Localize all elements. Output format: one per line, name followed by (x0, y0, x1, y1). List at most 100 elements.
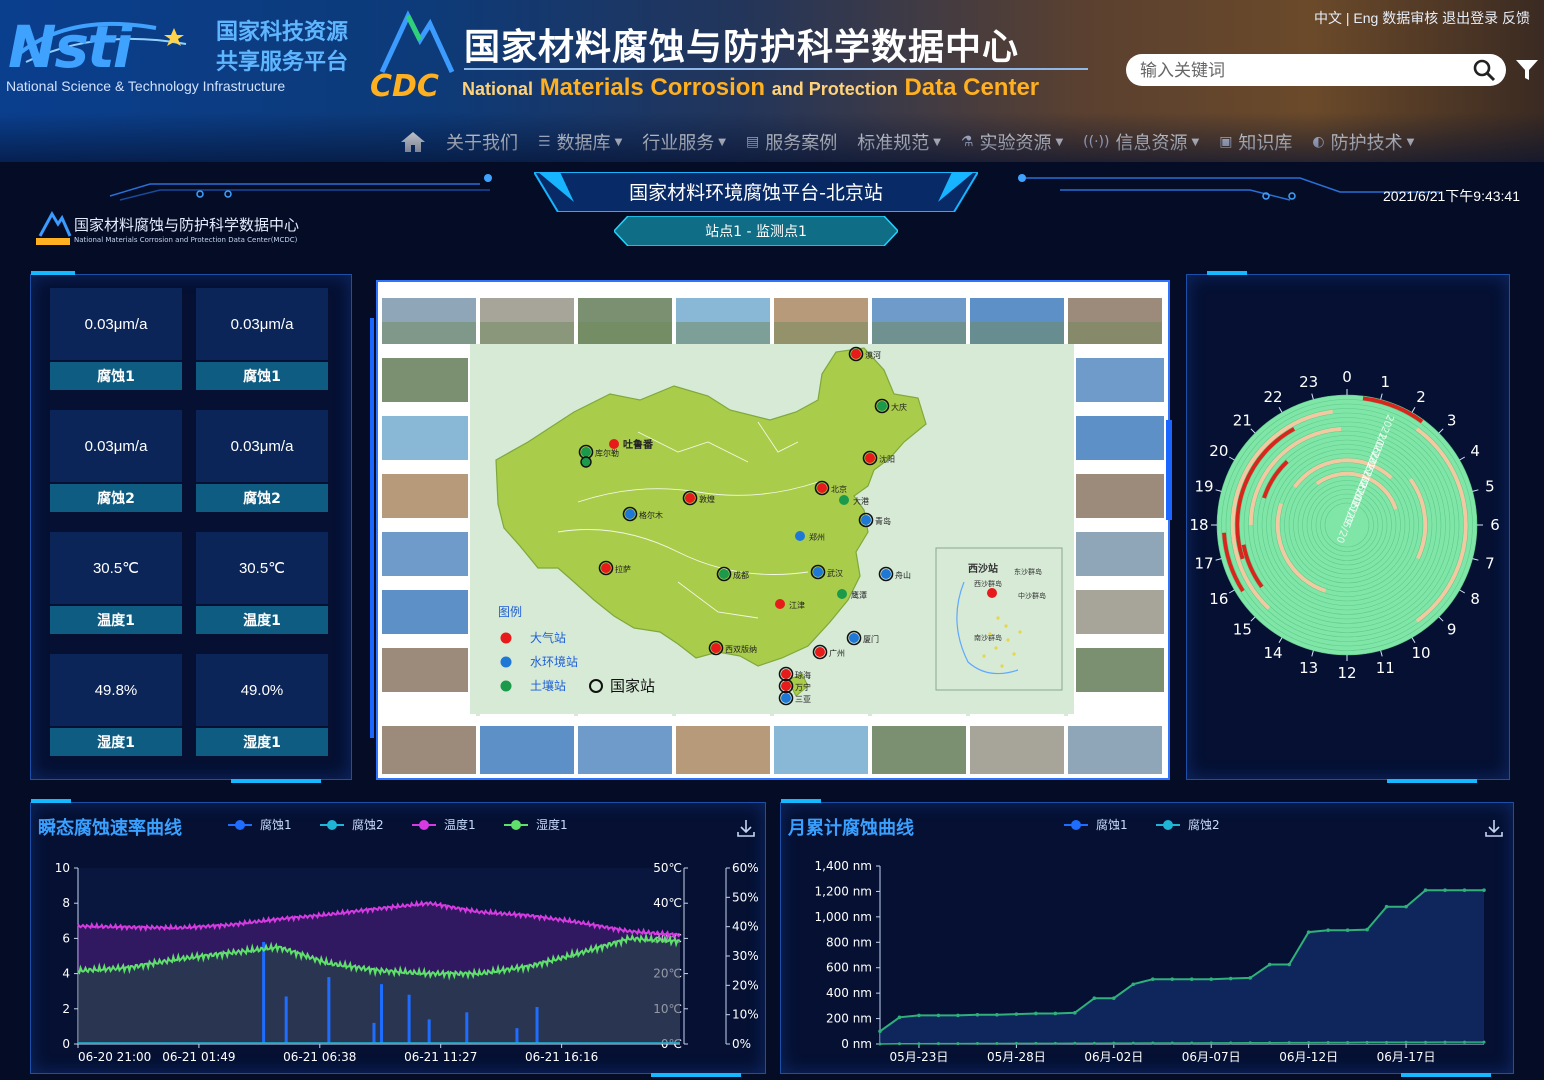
station-name: 鹰潭 (851, 590, 867, 600)
china-station-map[interactable]: 西沙站 东沙群岛 西沙群岛 中沙群岛 南沙群岛 图例 大气站 水环境站 土壤站 … (378, 282, 1168, 778)
station-dot (795, 531, 805, 541)
english-title: National Materials Corrosion and Protect… (462, 74, 1040, 101)
station-photo[interactable] (382, 416, 468, 460)
legend-item[interactable]: 湿度1 (504, 816, 568, 833)
station-dot (865, 453, 875, 463)
station-marker[interactable]: 鹰潭 (837, 589, 867, 600)
corrosion-spike (262, 941, 266, 1044)
station-photo[interactable] (480, 726, 574, 774)
legend-water: 水环境站 (530, 654, 578, 669)
station-marker[interactable]: 郑州 (795, 531, 825, 542)
station-photo[interactable] (382, 532, 468, 576)
data-point (975, 1041, 979, 1045)
data-point (995, 1012, 999, 1017)
metric-card[interactable]: 0.03μm/a 腐蚀1 (196, 288, 328, 400)
nav-home[interactable] (390, 126, 436, 158)
download-icon[interactable] (736, 818, 756, 838)
legend-item[interactable]: 腐蚀2 (320, 816, 384, 833)
station-marker[interactable]: 大港 (839, 495, 869, 506)
radial-tick (1228, 456, 1235, 461)
station-dot (877, 401, 887, 411)
corrosion-spike (465, 1012, 469, 1044)
photo-caption-bar (872, 286, 966, 298)
radial-hour-label: 7 (1485, 554, 1495, 572)
top-links[interactable]: 中文 | Eng 数据审核 退出登录 反馈 (1314, 8, 1530, 28)
station-photo[interactable] (382, 358, 468, 402)
legend-item[interactable]: 腐蚀1 (228, 816, 292, 833)
station-photo[interactable] (1076, 358, 1164, 402)
mcdc-logo-icon (36, 210, 72, 245)
nav-item-2[interactable]: 行业服务 ▼ (632, 126, 736, 158)
station-photo[interactable] (578, 726, 672, 774)
photo-caption-bar (676, 286, 770, 298)
photo-caption-bar (480, 714, 574, 726)
nav-item-8[interactable]: ◐ 防护技术 ▼ (1302, 126, 1424, 158)
search-input[interactable] (1138, 58, 1462, 84)
xisha-station-dot[interactable] (987, 588, 997, 598)
download-icon[interactable] (1484, 818, 1504, 838)
radial-hour-label: 12 (1337, 664, 1356, 682)
legend-item[interactable]: 腐蚀2 (1156, 816, 1220, 833)
chevron-down-icon: ▼ (718, 136, 726, 148)
station-photo[interactable] (872, 726, 966, 774)
data-point (1092, 1041, 1096, 1045)
station-photo[interactable] (676, 726, 770, 774)
metric-card[interactable]: 49.0% 湿度1 (196, 654, 328, 766)
metric-card[interactable]: 49.8% 湿度1 (50, 654, 182, 766)
monthly-corrosion-chart[interactable]: 0 nm 200 nm 400 nm 600 nm 800 nm 1,000 nm 1,20… (780, 850, 1512, 1072)
station-photo[interactable] (382, 648, 468, 692)
radial-hour-label: 9 (1447, 621, 1457, 639)
metric-card[interactable]: 30.5℃ 温度1 (50, 532, 182, 644)
data-point (1131, 1041, 1135, 1045)
metric-card[interactable]: 0.03μm/a 腐蚀1 (50, 288, 182, 400)
station-photo[interactable] (1068, 726, 1162, 774)
station-photo[interactable] (1076, 474, 1164, 518)
radial-hour-label: 19 (1194, 478, 1213, 496)
metric-card[interactable]: 0.03μm/a 腐蚀2 (196, 410, 328, 522)
nav-item-4[interactable]: 标准规范 ▼ (847, 126, 951, 158)
filter-icon[interactable] (1515, 58, 1539, 82)
legend-item[interactable]: 腐蚀1 (1064, 816, 1128, 833)
y-tick-label: 1,400 nm (815, 859, 872, 873)
nav-item-0[interactable]: 关于我们 (436, 126, 528, 158)
radial-hour-label: 6 (1490, 516, 1500, 534)
nav-item-7[interactable]: ▣ 知识库 (1209, 126, 1302, 158)
cdc-logo[interactable]: CDC (368, 10, 460, 100)
station-photo[interactable] (382, 726, 476, 774)
station-name: 郑州 (809, 532, 825, 542)
data-point (1189, 977, 1194, 981)
nav-item-5[interactable]: ⚗ 实验资源 ▼ (951, 126, 1073, 158)
station-photo[interactable] (1076, 416, 1164, 460)
humidity-tick-label: 0% (732, 1037, 751, 1051)
station-photo[interactable] (1076, 532, 1164, 576)
station-photo[interactable] (1076, 590, 1164, 634)
current-datetime: 2021/6/21下午9:43:41 (1383, 188, 1520, 204)
chevron-down-icon: ▼ (614, 136, 623, 148)
radial-hour-label: 21 (1233, 411, 1252, 429)
transient-corrosion-chart[interactable]: 02468100℃10℃20℃30℃40℃50℃0%10%20%30%40%50… (30, 850, 764, 1072)
metric-card[interactable]: 0.03μm/a 腐蚀2 (50, 410, 182, 522)
main-nav: 关于我们 ☰ 数据库 ▼ 行业服务 ▼ ▤ 服务案例 标准规范 ▼ ⚗ 实验资源 ▼ ((·)) 信息资源 ▼… (390, 126, 1424, 158)
metric-card[interactable]: 30.5℃ 温度1 (196, 532, 328, 644)
data-point (917, 1013, 921, 1018)
legend-label: 腐蚀1 (1096, 818, 1128, 832)
station-photo[interactable] (1076, 648, 1164, 692)
station-photo[interactable] (382, 474, 468, 518)
nav-item-6[interactable]: ((·)) 信息资源 ▼ (1073, 126, 1209, 158)
station-dot (817, 483, 827, 493)
radial-heatmap[interactable]: 0 123456789101112131415161718192021222320… (1186, 360, 1508, 690)
station-marker[interactable]: 江津 (775, 599, 805, 610)
station-photo-ground (872, 322, 966, 344)
station-dot (609, 439, 619, 449)
station-photo[interactable] (382, 590, 468, 634)
search-icon[interactable] (1472, 58, 1496, 82)
nav-item-1[interactable]: ☰ 数据库 ▼ (528, 126, 632, 158)
panel-accent (31, 271, 75, 275)
station-photo[interactable] (970, 726, 1064, 774)
legend-item[interactable]: 温度1 (412, 816, 476, 833)
data-point (1326, 1040, 1330, 1044)
station-photo[interactable] (774, 726, 868, 774)
search-box[interactable] (1126, 54, 1506, 86)
nav-item-3[interactable]: ▤ 服务案例 (736, 126, 847, 158)
station-label[interactable]: 站点1 - 监测点1 (614, 221, 898, 241)
